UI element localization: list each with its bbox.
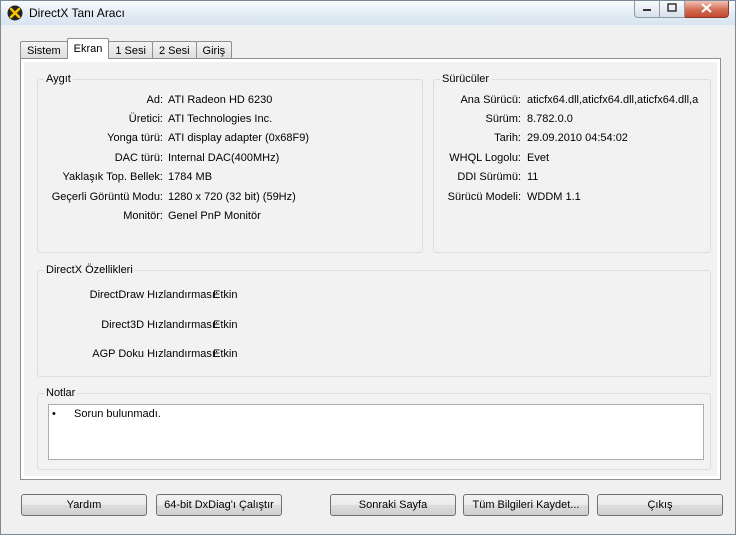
main-driver-value: aticfx64.dll,aticfx64.dll,aticfx64.dll,a <box>527 94 699 106</box>
dac-type-label: DAC türü: <box>114 152 163 164</box>
notes-legend: Notlar <box>44 387 78 399</box>
agp-texture-label: AGP Doku Hızlandırması: <box>92 348 218 360</box>
tab-1-sesi[interactable]: 1 Sesi <box>108 41 153 59</box>
ddi-version-label: DDI Sürümü: <box>457 171 521 183</box>
date-value: 29.09.2010 04:54:02 <box>527 132 628 144</box>
minimize-icon <box>642 4 652 15</box>
tab-sistem[interactable]: Sistem <box>20 41 68 59</box>
device-name-value: ATI Radeon HD 6230 <box>168 94 273 106</box>
maximize-icon <box>667 3 677 15</box>
driver-model-value: WDDM 1.1 <box>527 191 581 203</box>
help-button[interactable]: Yardım <box>21 494 147 516</box>
tab-giris[interactable]: Giriş <box>195 41 233 59</box>
directdraw-label: DirectDraw Hızlandırması: <box>89 289 218 301</box>
notes-group: Notlar • Sorun bulunmadı. <box>37 387 711 470</box>
directx-window: DirectX Tanı Aracı Sistem Ekran 1 Sesi 2… <box>0 0 736 535</box>
device-name-label: Ad: <box>146 94 163 106</box>
directx-features-legend: DirectX Özellikleri <box>44 264 135 276</box>
bullet-icon: • <box>52 408 56 420</box>
ddi-version-value: 11 <box>527 171 539 183</box>
notes-textbox[interactable]: • Sorun bulunmadı. <box>48 404 704 460</box>
monitor-value: Genel PnP Monitör <box>168 210 261 222</box>
tab-strip: Sistem Ekran 1 Sesi 2 Sesi Giriş <box>20 38 233 59</box>
tab-2-sesi[interactable]: 2 Sesi <box>151 41 197 59</box>
close-button[interactable] <box>685 1 729 18</box>
main-driver-label: Ana Sürücü: <box>460 94 521 106</box>
directdraw-value: Etkin <box>213 289 238 301</box>
exit-button[interactable]: Çıkış <box>597 494 723 516</box>
display-mode-label: Geçerli Görüntü Modu: <box>51 191 163 203</box>
next-page-button[interactable]: Sonraki Sayfa <box>330 494 456 516</box>
version-value: 8.782.0.0 <box>527 113 573 125</box>
drivers-legend: Sürücüler <box>440 73 492 85</box>
note-item: Sorun bulunmadı. <box>74 408 161 420</box>
maximize-button[interactable] <box>660 1 685 18</box>
date-label: Tarih: <box>494 132 521 144</box>
whql-value: Evet <box>527 152 550 164</box>
device-group: Aygıt Ad: ATI Radeon HD 6230 Üretici: AT… <box>37 73 423 253</box>
directx-features-group: DirectX Özellikleri DirectDraw Hızlandır… <box>37 264 711 377</box>
version-label: Sürüm: <box>485 113 521 125</box>
direct3d-label: Direct3D Hızlandırması: <box>101 319 218 331</box>
window-controls <box>634 1 729 19</box>
save-all-info-button[interactable]: Tüm Bilgileri Kaydet... <box>463 494 589 516</box>
drivers-group: Sürücüler Ana Sürücü: aticfx64.dll,aticf… <box>433 73 711 253</box>
window-title: DirectX Tanı Aracı <box>29 6 125 20</box>
run-64bit-dxdiag-button[interactable]: 64-bit DxDiag'ı Çalıştır <box>156 494 282 516</box>
chip-type-value: ATI display adapter (0x68F9) <box>168 132 310 144</box>
manufacturer-label: Üretici: <box>128 113 163 125</box>
tab-panel-ekran: Aygıt Ad: ATI Radeon HD 6230 Üretici: AT… <box>20 58 721 480</box>
minimize-button[interactable] <box>634 1 660 18</box>
total-memory-value: 1784 MB <box>168 171 213 183</box>
title-bar: DirectX Tanı Aracı <box>1 1 735 25</box>
total-memory-label: Yaklaşık Top. Bellek: <box>62 171 163 183</box>
direct3d-value: Etkin <box>213 319 238 331</box>
monitor-label: Monitör: <box>123 210 163 222</box>
dac-type-value: Internal DAC(400MHz) <box>168 152 280 164</box>
driver-model-label: Sürücü Modeli: <box>447 191 521 203</box>
device-legend: Aygıt <box>44 73 73 85</box>
directx-icon <box>7 5 23 21</box>
chip-type-label: Yonga türü: <box>107 132 163 144</box>
close-icon <box>701 2 712 16</box>
whql-label: WHQL Logolu: <box>449 152 521 164</box>
tab-ekran[interactable]: Ekran <box>66 38 110 59</box>
display-mode-value: 1280 x 720 (32 bit) (59Hz) <box>168 191 296 203</box>
manufacturer-value: ATI Technologies Inc. <box>168 113 273 125</box>
agp-texture-value: Etkin <box>213 348 238 360</box>
